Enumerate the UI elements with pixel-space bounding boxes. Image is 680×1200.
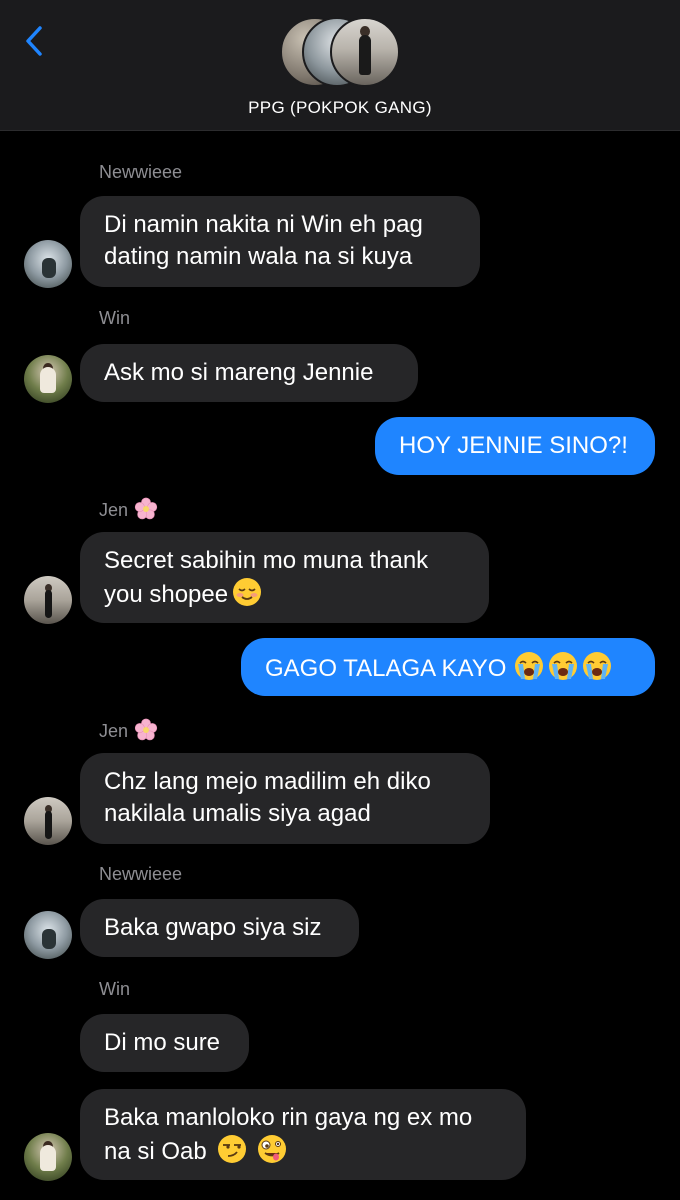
smirking-face-icon bbox=[216, 1134, 247, 1164]
message-text: Baka gwapo siya siz bbox=[104, 914, 322, 941]
avatar[interactable] bbox=[24, 797, 72, 845]
incoming-message-bubble[interactable]: Ask mo si mareng Jennie bbox=[80, 344, 418, 402]
sender-name-text: Jen bbox=[99, 500, 129, 520]
message-text: Di namin nakita ni Win eh pag dating nam… bbox=[104, 211, 423, 270]
avatar[interactable] bbox=[24, 911, 72, 959]
cherry-blossom-icon bbox=[134, 718, 158, 741]
sender-name: Win bbox=[99, 979, 130, 999]
incoming-message-bubble[interactable]: Di mo sure bbox=[80, 1014, 249, 1072]
chevron-left-icon bbox=[26, 26, 42, 56]
sender-name: Newwieee bbox=[99, 864, 183, 884]
smiling-face-icon bbox=[232, 577, 263, 607]
back-button[interactable] bbox=[16, 22, 56, 62]
incoming-message-bubble[interactable]: Chz lang mejo madilim eh diko nakilala u… bbox=[80, 753, 490, 844]
avatar[interactable] bbox=[24, 576, 72, 624]
avatar[interactable] bbox=[24, 240, 72, 288]
group-member-avatar bbox=[330, 17, 400, 87]
outgoing-message-bubble[interactable]: GAGO TALAGA KAYO bbox=[241, 638, 655, 696]
loudly-crying-face-icon bbox=[582, 651, 613, 681]
sender-name: Jen bbox=[99, 497, 158, 521]
message-text: Chz lang mejo madilim eh diko nakilala u… bbox=[104, 768, 431, 827]
loudly-crying-face-icon bbox=[548, 651, 579, 681]
zany-face-icon bbox=[256, 1134, 287, 1164]
cherry-blossom-icon bbox=[134, 497, 158, 520]
message-text: Secret sabihin mo muna thank you shopee bbox=[104, 547, 429, 608]
incoming-message-bubble[interactable]: Di namin nakita ni Win eh pag dating nam… bbox=[80, 196, 480, 287]
conversation-header: PPG (POKPOK GANG) bbox=[0, 0, 680, 131]
message-text: Baka manloloko rin gaya ng ex mo na si O… bbox=[104, 1104, 473, 1165]
outgoing-message-bubble[interactable]: HOY JENNIE SINO?! bbox=[375, 417, 655, 475]
avatar[interactable] bbox=[24, 355, 72, 403]
avatar[interactable] bbox=[24, 1133, 72, 1181]
sender-name: Jen bbox=[99, 718, 158, 742]
message-text: HOY JENNIE SINO?! bbox=[399, 432, 628, 459]
sender-name-text: Jen bbox=[99, 721, 129, 741]
sender-name: Win bbox=[99, 308, 130, 328]
incoming-message-bubble[interactable]: Baka manloloko rin gaya ng ex mo na si O… bbox=[80, 1089, 526, 1180]
loudly-crying-face-icon bbox=[514, 651, 545, 681]
message-text: GAGO TALAGA KAYO bbox=[265, 655, 507, 682]
message-text: Di mo sure bbox=[104, 1029, 221, 1056]
group-avatar-stack[interactable] bbox=[280, 17, 402, 87]
message-text: Ask mo si mareng Jennie bbox=[104, 359, 374, 386]
incoming-message-bubble[interactable]: Secret sabihin mo muna thank you shopee bbox=[80, 532, 489, 623]
group-name[interactable]: PPG (POKPOK GANG) bbox=[0, 98, 680, 118]
incoming-message-bubble[interactable]: Baka gwapo siya siz bbox=[80, 899, 359, 957]
sender-name: Newwieee bbox=[99, 162, 183, 182]
